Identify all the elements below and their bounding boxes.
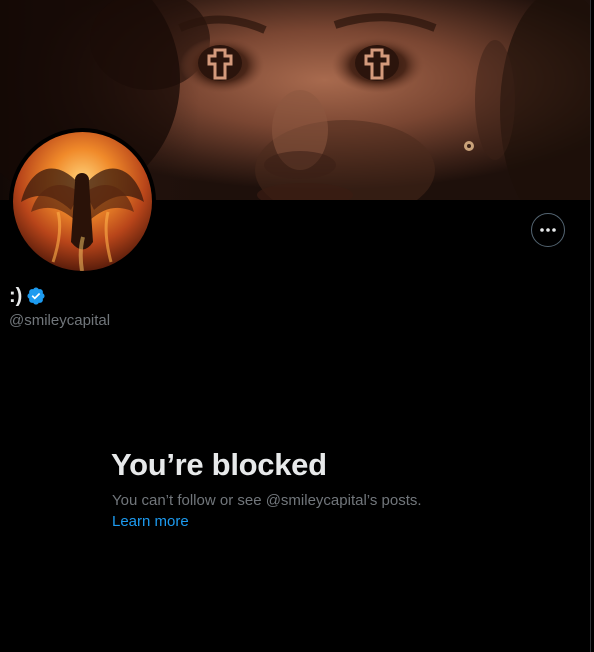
profile-name-row: :) [9,285,46,307]
more-horizontal-icon [540,228,556,232]
profile-avatar[interactable] [9,128,156,275]
profile-page: :) @smileycapital You’re blocked You can… [0,0,591,652]
verified-badge-icon[interactable] [26,286,46,306]
more-options-button[interactable] [531,213,565,247]
learn-more-link[interactable]: Learn more [112,512,189,531]
profile-handle: @smileycapital [9,312,111,329]
display-name: :) [9,285,23,307]
blocked-title: You’re blocked [111,447,327,482]
phoenix-avatar-image [13,132,152,271]
blocked-description: You can’t follow or see @smileycapital’s… [112,492,422,509]
